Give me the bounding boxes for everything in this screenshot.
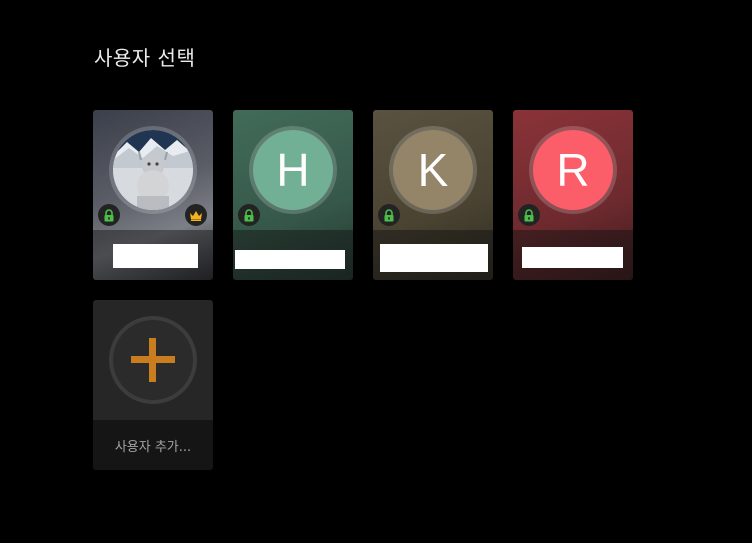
plus-icon [131, 338, 175, 382]
profile-name-redaction [380, 244, 488, 272]
profile-name-redaction [522, 247, 623, 268]
page-title: 사용자 선택 [94, 46, 196, 70]
avatar-photo [113, 130, 193, 210]
add-user-card-top [93, 300, 213, 420]
add-user-button[interactable]: 사용자 추가... [93, 300, 213, 470]
profile-card-snowman[interactable] [93, 110, 213, 280]
snowman-photo-icon [113, 130, 193, 210]
lock-icon [238, 204, 260, 226]
profile-card-h[interactable]: H [233, 110, 353, 280]
profile-card-k[interactable]: K [373, 110, 493, 280]
avatar-initial: K [393, 130, 473, 210]
avatar-initial: R [533, 130, 613, 210]
profile-card-top: K [373, 110, 493, 230]
lock-icon [98, 204, 120, 226]
profile-name-area [513, 230, 633, 280]
profile-name-area [233, 230, 353, 280]
profile-card-top: R [513, 110, 633, 230]
lock-icon [518, 204, 540, 226]
profile-name-redaction [113, 244, 198, 268]
profile-name-redaction [235, 250, 345, 269]
lock-icon [378, 204, 400, 226]
avatar-initial: H [253, 130, 333, 210]
profile-name-area [93, 230, 213, 280]
crown-icon [185, 204, 207, 226]
add-user-label: 사용자 추가... [93, 420, 213, 470]
profile-card-top [93, 110, 213, 230]
profile-card-top: H [233, 110, 353, 230]
profile-name-area [373, 230, 493, 280]
add-user-avatar [113, 320, 193, 400]
profile-card-r[interactable]: R [513, 110, 633, 280]
